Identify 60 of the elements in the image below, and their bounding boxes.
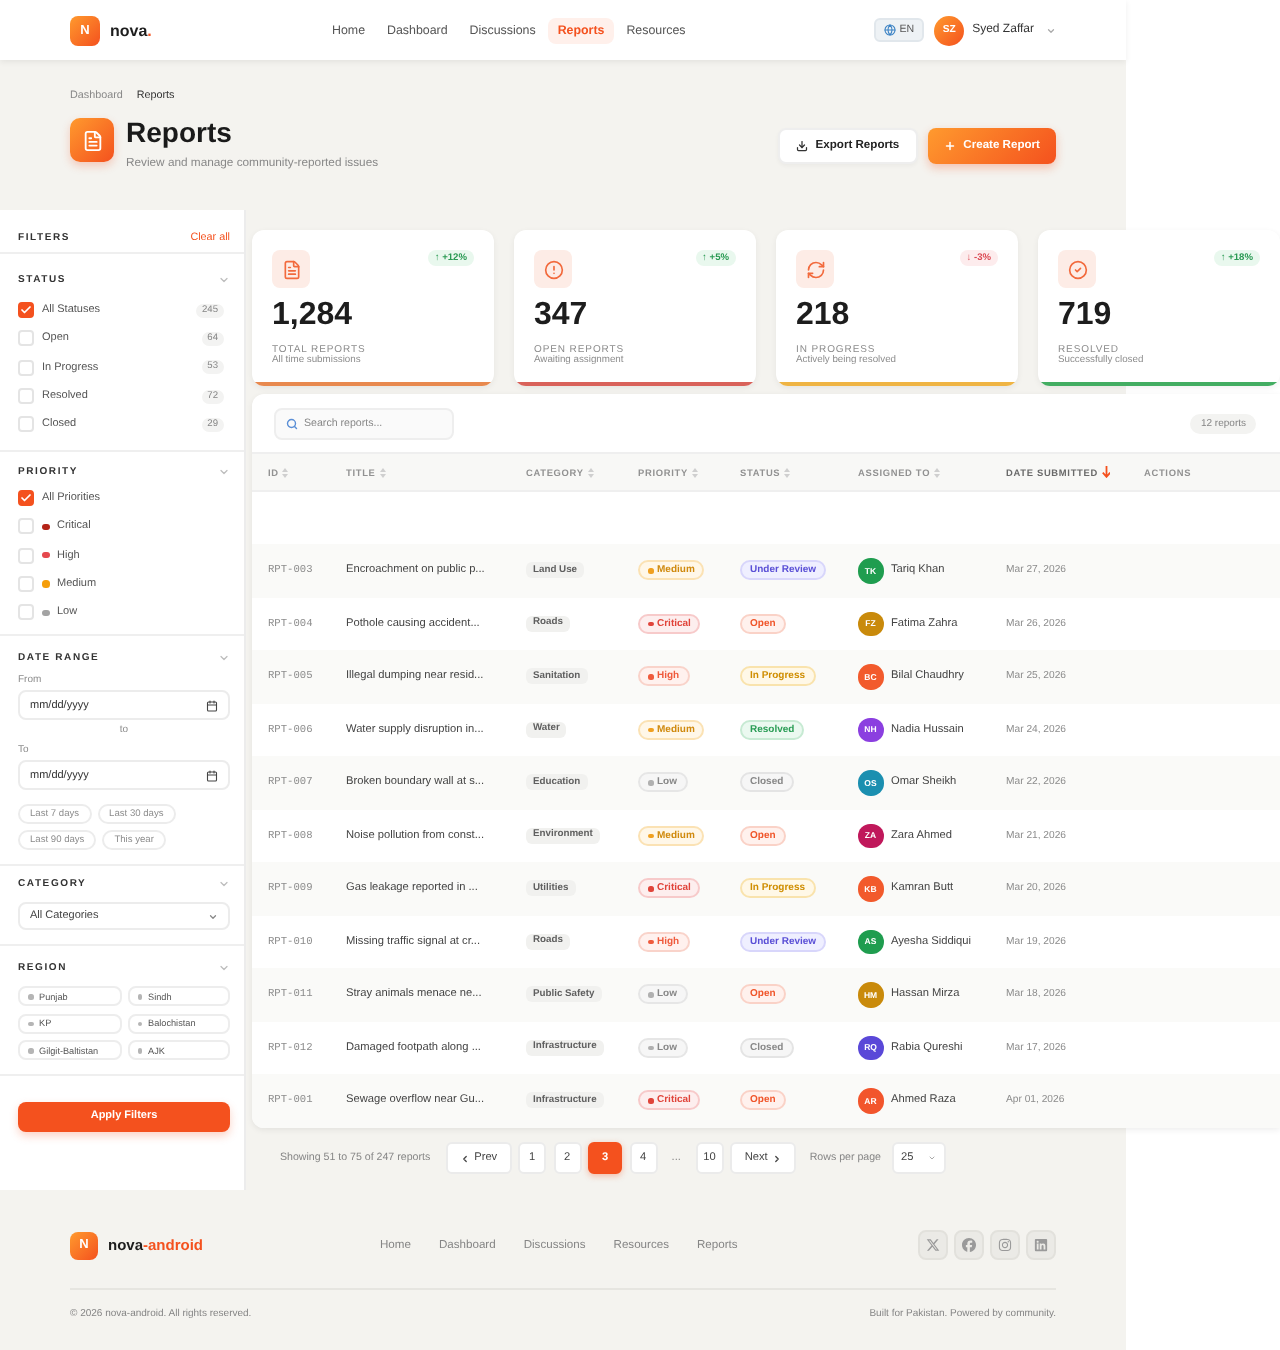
priority-dot-icon (648, 568, 653, 573)
priority-dot-icon (648, 621, 653, 626)
region-dot-icon (137, 994, 142, 1000)
checkbox[interactable] (18, 302, 34, 319)
sort-icon (934, 467, 941, 477)
priority-dot-icon (648, 1045, 653, 1050)
refresh-icon (796, 250, 834, 288)
download-icon (795, 140, 808, 152)
sort-descending-icon (1101, 466, 1111, 478)
checkmark-icon (20, 304, 32, 317)
priority-dot-icon (648, 992, 653, 997)
stat-value: 719 (1058, 298, 1112, 332)
caret-down-icon[interactable] (1046, 25, 1056, 35)
priority-dot-icon (648, 674, 653, 679)
sort-icon (282, 467, 289, 477)
social-button[interactable] (1026, 1230, 1056, 1260)
document-icon (70, 118, 114, 162)
plus-icon (943, 140, 956, 152)
priority-dot-icon (648, 833, 653, 838)
sort-icon (784, 467, 791, 477)
chevron-down-icon[interactable] (218, 465, 230, 478)
priority-dot-icon (648, 780, 653, 785)
region-dot-icon (137, 1048, 142, 1054)
linkedin-icon (1034, 1238, 1048, 1252)
priority-dot-icon (648, 939, 653, 944)
sort-icon (379, 467, 386, 477)
page-title: Reports (126, 116, 234, 148)
region-dot-icon (137, 1021, 142, 1027)
region-dot-icon (28, 1048, 33, 1054)
stat-value: 218 (796, 298, 850, 332)
facebook-icon (962, 1238, 976, 1252)
region-dot-icon (28, 994, 33, 1000)
checkbox[interactable] (18, 490, 34, 507)
search-icon (286, 417, 298, 429)
caret-down-icon (208, 911, 218, 922)
chevron-down-icon[interactable] (218, 962, 230, 975)
x-logo-icon (926, 1238, 940, 1252)
priority-dot-icon (648, 727, 653, 732)
stat-value: 347 (534, 298, 588, 332)
chevron-right-icon (771, 1153, 782, 1164)
social-button[interactable] (990, 1230, 1020, 1260)
checkmark-icon (20, 492, 32, 505)
social-button[interactable] (918, 1230, 948, 1260)
chevron-down-icon[interactable] (218, 652, 230, 665)
brand-name: nova. (110, 21, 152, 39)
globe-icon (883, 24, 896, 36)
calendar-icon[interactable] (206, 769, 218, 782)
priority-dot-icon (648, 886, 653, 891)
sort-icon (691, 467, 698, 477)
calendar-icon[interactable] (206, 699, 218, 712)
region-dot-icon (28, 1021, 33, 1027)
sort-icon (587, 467, 594, 477)
chevron-down-icon[interactable] (218, 878, 230, 891)
priority-dot-icon (648, 1098, 653, 1103)
chevron-left-icon (460, 1153, 471, 1164)
document-icon (272, 250, 310, 288)
chevron-down-icon[interactable] (218, 274, 230, 286)
instagram-icon (998, 1238, 1012, 1252)
stat-value: 1,284 (272, 298, 353, 332)
social-button[interactable] (954, 1230, 984, 1260)
